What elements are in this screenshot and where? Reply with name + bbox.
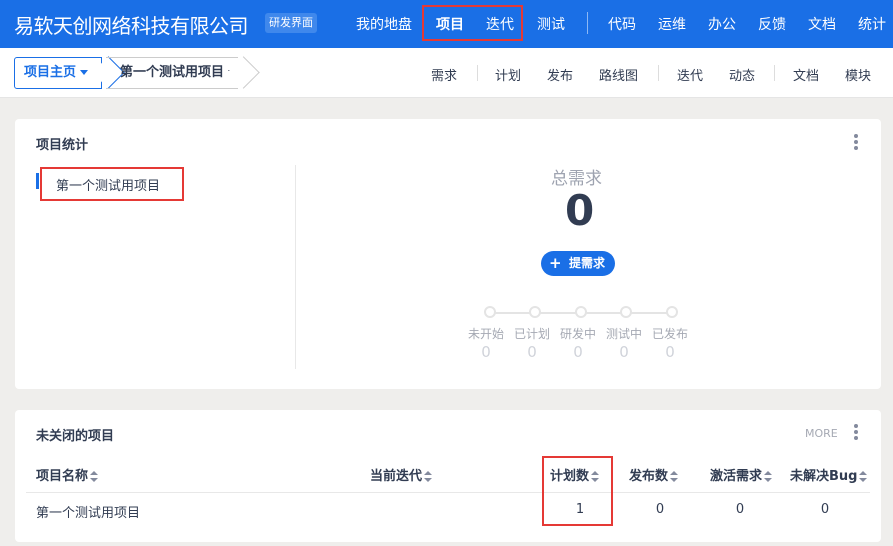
- add-story-button[interactable]: + 提需求: [541, 251, 615, 276]
- sort-icon: [764, 471, 773, 482]
- nav-statistics[interactable]: 统计: [858, 14, 886, 34]
- sort-icon: [670, 471, 679, 482]
- breadcrumb-home-label: 项目主页: [24, 65, 77, 80]
- column-label: 发布数: [629, 469, 669, 484]
- panel-title: 未关闭的项目: [36, 429, 115, 444]
- sort-icon: [591, 471, 600, 482]
- nav-feedback[interactable]: 反馈: [758, 14, 786, 34]
- subnav-dynamics[interactable]: 动态: [729, 65, 755, 84]
- column-label: 未解决Bug: [790, 469, 858, 484]
- subnav-divider: [774, 65, 775, 81]
- subnav-stories[interactable]: 需求: [431, 65, 457, 84]
- step-dot: [529, 306, 541, 318]
- subnav-releases[interactable]: 发布: [547, 65, 573, 84]
- plus-icon: +: [549, 254, 562, 272]
- more-options-icon[interactable]: [854, 134, 858, 152]
- sort-icon: [90, 471, 99, 482]
- company-name: 易软天创网络科技有限公司: [14, 14, 249, 38]
- subnav-roadmap[interactable]: 路线图: [599, 65, 638, 84]
- column-header-open-bugs[interactable]: 未解决Bug: [790, 465, 868, 484]
- column-header-release-count[interactable]: 发布数: [629, 465, 679, 484]
- nav-iteration[interactable]: 迭代: [486, 14, 514, 34]
- nav-ops[interactable]: 运维: [658, 14, 686, 34]
- column-header-active-stories[interactable]: 激活需求: [710, 465, 773, 484]
- open-bugs-cell: 0: [820, 502, 830, 517]
- divider: [295, 165, 296, 369]
- step-count-not-started: 0: [481, 343, 491, 361]
- column-label: 项目名称: [36, 469, 89, 484]
- subnav-divider: [658, 65, 659, 81]
- step-label-released: 已发布: [651, 327, 688, 341]
- step-count-testing: 0: [619, 343, 629, 361]
- breadcrumb-project-label: 第一个测试用项目: [120, 65, 225, 80]
- breadcrumb-project[interactable]: 第一个测试用项目: [106, 57, 238, 89]
- nav-divider: [587, 12, 588, 34]
- nav-office[interactable]: 办公: [708, 14, 736, 34]
- nav-docs[interactable]: 文档: [808, 14, 836, 34]
- add-story-label: 提需求: [569, 256, 606, 270]
- step-count-planned: 0: [527, 343, 537, 361]
- active-stories-cell: 0: [735, 502, 745, 517]
- release-count-cell: 0: [655, 502, 665, 517]
- column-header-current-iteration[interactable]: 当前迭代: [370, 465, 433, 484]
- nav-test[interactable]: 测试: [537, 14, 565, 34]
- interface-badge[interactable]: 研发界面: [265, 13, 317, 33]
- subnav-docs[interactable]: 文档: [793, 65, 819, 84]
- column-header-project-name[interactable]: 项目名称: [36, 465, 99, 484]
- nav-project[interactable]: 项目: [436, 14, 464, 34]
- step-dot: [484, 306, 496, 318]
- step-count-developing: 0: [573, 343, 583, 361]
- step-dot: [666, 306, 678, 318]
- step-dot: [620, 306, 632, 318]
- top-header: 易软天创网络科技有限公司 研发界面 我的地盘 项目 迭代 测试 代码 运维 办公…: [0, 0, 893, 48]
- selected-indicator: [36, 173, 39, 189]
- column-label: 当前迭代: [370, 469, 423, 484]
- project-stats-panel: [15, 119, 881, 389]
- step-label-testing: 测试中: [605, 327, 642, 341]
- chevron-down-icon: [80, 70, 89, 75]
- sub-navigation: 项目主页 第一个测试用项目 需求 计划 发布 路线图 迭代 动态 文档 模块: [0, 48, 893, 98]
- column-header-plan-count[interactable]: 计划数: [550, 465, 600, 484]
- more-options-icon[interactable]: [854, 424, 858, 442]
- sort-icon: [424, 471, 433, 482]
- subnav-iterations[interactable]: 迭代: [677, 65, 703, 84]
- step-label-not-started: 未开始: [467, 327, 504, 341]
- subnav-plans[interactable]: 计划: [495, 65, 521, 84]
- subnav-divider: [477, 65, 478, 81]
- column-label: 计划数: [550, 469, 590, 484]
- breadcrumb-project-home[interactable]: 项目主页: [14, 57, 102, 89]
- column-label: 激活需求: [710, 469, 763, 484]
- project-list-item[interactable]: 第一个测试用项目: [40, 167, 184, 201]
- nav-code[interactable]: 代码: [608, 14, 636, 34]
- nav-my-dashboard[interactable]: 我的地盘: [356, 14, 412, 34]
- project-name-link[interactable]: 第一个测试用项目: [36, 502, 140, 521]
- step-count-released: 0: [665, 343, 675, 361]
- step-label-developing: 研发中: [559, 327, 596, 341]
- table-divider: [26, 492, 870, 493]
- subnav-modules[interactable]: 模块: [845, 65, 871, 84]
- step-dot: [575, 306, 587, 318]
- plan-count-cell: 1: [575, 502, 585, 517]
- more-link[interactable]: MORE: [805, 427, 838, 440]
- total-stories-value: 0: [565, 186, 595, 235]
- sort-icon: [859, 471, 868, 482]
- step-label-planned: 已计划: [513, 327, 550, 341]
- panel-title: 项目统计: [36, 138, 89, 153]
